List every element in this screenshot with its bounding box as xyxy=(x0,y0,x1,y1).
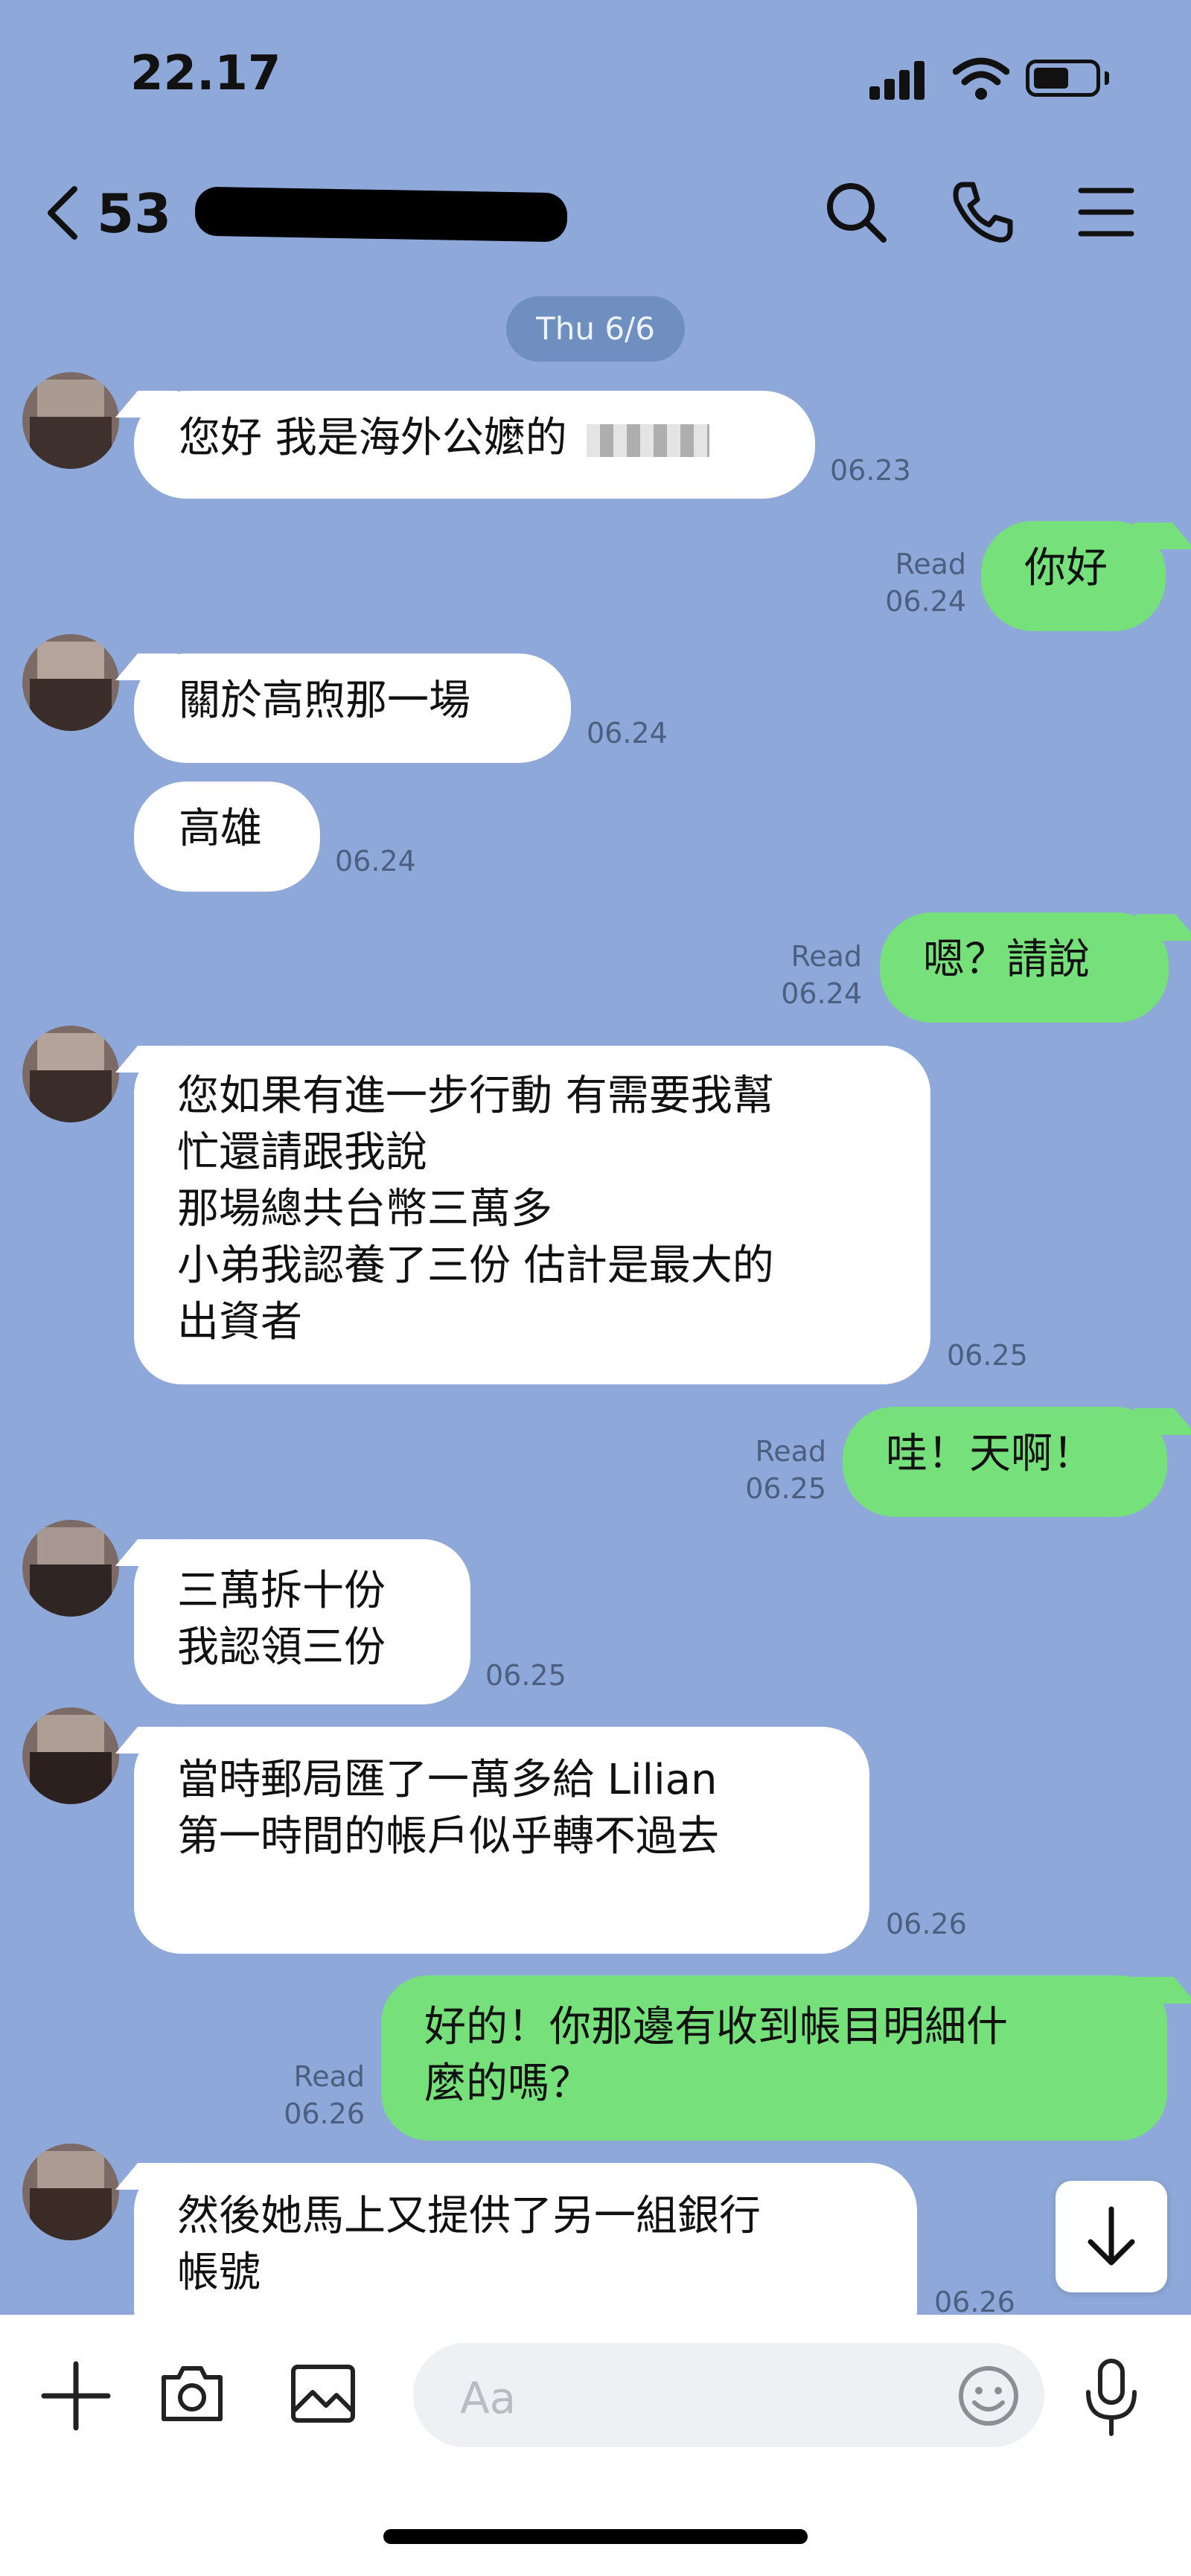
back-chevron-icon[interactable] xyxy=(43,185,80,241)
microphone-icon[interactable] xyxy=(1079,2356,1143,2438)
battery-icon xyxy=(1026,60,1100,97)
message-time: 06.25 xyxy=(485,1659,566,1692)
camera-icon[interactable] xyxy=(158,2358,226,2426)
status-time: 22.17 xyxy=(130,46,281,101)
message-bubble-incoming[interactable]: 您好 我是海外公嬤的 xyxy=(134,391,815,499)
message-line: 帳號 xyxy=(177,2249,261,2297)
emoji-icon[interactable] xyxy=(957,2364,1021,2428)
message-line: 三萬拆十份 xyxy=(177,1567,386,1615)
signal-icon xyxy=(869,61,929,100)
message-time: 06.26 xyxy=(886,1908,967,1940)
read-receipt: Read xyxy=(755,1435,826,1468)
redacted-text xyxy=(586,424,709,457)
message-time: 06.26 xyxy=(284,2097,365,2130)
message-line: 您如果有進一步行動 有需要我幫 xyxy=(177,1072,774,1120)
message-bubble-incoming[interactable]: 三萬拆十份 我認領三份 xyxy=(134,1539,470,1704)
avatar[interactable] xyxy=(22,1026,119,1122)
read-receipt: Read xyxy=(293,2060,365,2093)
message-bubble-incoming[interactable]: 高雄 xyxy=(134,782,320,892)
scroll-down-icon xyxy=(1088,2206,1135,2266)
menu-icon[interactable] xyxy=(1078,186,1134,238)
image-icon[interactable] xyxy=(289,2359,357,2428)
avatar[interactable] xyxy=(22,2144,119,2240)
message-bubble-outgoing[interactable]: 哇！天啊！ xyxy=(843,1407,1167,1517)
scroll-to-bottom-button[interactable] xyxy=(1056,2181,1167,2292)
message-bubble-incoming[interactable]: 您如果有進一步行動 有需要我幫 忙還請跟我說 那場總共台幣三萬多 小弟我認養了三… xyxy=(134,1046,930,1384)
message-text: 嗯？請說 xyxy=(923,936,1090,984)
message-time: 06.24 xyxy=(781,977,862,1010)
date-chip: Thu 6/6 xyxy=(506,296,685,362)
message-line: 我認領三份 xyxy=(177,1623,386,1672)
message-line: 那場總共台幣三萬多 xyxy=(177,1185,552,1233)
message-bubble-outgoing[interactable]: 好的！你那邊有收到帳目明細什 麼的嗎？ xyxy=(381,1975,1167,2141)
message-text: 關於高煦那一場 xyxy=(179,677,470,725)
message-bubble-incoming[interactable]: 關於高煦那一場 xyxy=(134,653,571,763)
message-bubble-outgoing[interactable]: 嗯？請說 xyxy=(880,913,1169,1023)
message-line: 然後她馬上又提供了另一組銀行 xyxy=(177,2192,761,2240)
home-indicator xyxy=(383,2529,808,2544)
redacted-contact-name xyxy=(194,186,568,243)
battery-tip xyxy=(1105,71,1109,85)
message-line: 第一時間的帳戶似乎轉不過去 xyxy=(177,1812,719,1861)
message-line: 麼的嗎？ xyxy=(424,2059,591,2108)
read-receipt: Read xyxy=(895,548,966,581)
message-line: 忙還請跟我說 xyxy=(177,1128,427,1177)
message-bubble-outgoing[interactable]: 你好 xyxy=(981,521,1166,631)
phone-icon[interactable] xyxy=(949,179,1016,246)
message-time: 06.24 xyxy=(335,845,416,878)
wifi-icon xyxy=(953,57,1009,100)
message-text: 高雄 xyxy=(179,805,262,853)
message-time: 06.23 xyxy=(830,454,911,487)
input-placeholder: Aa xyxy=(460,2373,517,2423)
message-time: 06.24 xyxy=(587,717,668,750)
avatar[interactable] xyxy=(22,372,119,469)
message-bubble-incoming[interactable]: 當時郵局匯了一萬多給 Lilian 第一時間的帳戶似乎轉不過去 xyxy=(134,1727,869,1954)
message-text: 你好 xyxy=(1024,544,1108,592)
message-text: 哇！天啊！ xyxy=(886,1430,1094,1478)
message-line: 當時郵局匯了一萬多給 Lilian xyxy=(177,1756,718,1804)
message-line: 出資者 xyxy=(177,1298,302,1346)
message-time: 06.25 xyxy=(947,1339,1028,1372)
message-time: 06.24 xyxy=(885,585,966,618)
avatar[interactable] xyxy=(22,1707,119,1804)
message-line: 好的！你那邊有收到帳目明細什 xyxy=(424,2003,1008,2051)
read-receipt: Read xyxy=(791,940,862,973)
message-line: 小弟我認養了三份 估計是最大的 xyxy=(177,1241,774,1290)
avatar[interactable] xyxy=(22,1520,119,1617)
search-icon[interactable] xyxy=(823,179,890,246)
message-time: 06.25 xyxy=(745,1472,826,1505)
avatar[interactable] xyxy=(22,634,119,731)
message-text: 您好 我是海外公嬤的 xyxy=(179,414,567,462)
unread-count[interactable]: 53 xyxy=(97,182,171,245)
plus-icon[interactable] xyxy=(41,2361,111,2431)
